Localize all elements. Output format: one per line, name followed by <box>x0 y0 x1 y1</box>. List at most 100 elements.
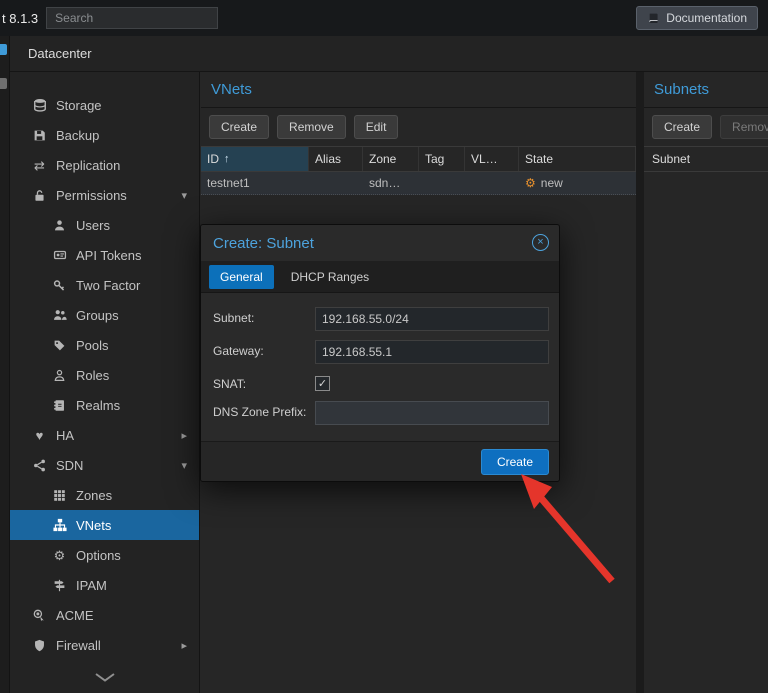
sidebar-item-label: Realms <box>76 398 120 413</box>
sidebar-item-ipam[interactable]: IPAM <box>10 570 199 600</box>
sidebar-item-realms[interactable]: Realms <box>10 390 199 420</box>
cropped-tree-panel <box>0 36 10 693</box>
column-header-zone[interactable]: Zone <box>363 147 419 171</box>
vnets-edit-button[interactable]: Edit <box>354 115 399 139</box>
sidebar-item-acme[interactable]: ACME <box>10 600 199 630</box>
vnet-id-cell: testnet1 <box>201 176 309 190</box>
dialog-title: Create: Subnet <box>213 235 314 252</box>
version-label: t 8.1.3 <box>2 11 38 26</box>
sitemap-icon <box>52 518 67 533</box>
table-row[interactable]: testnet1 sdn… ⚙ new <box>201 172 636 195</box>
datacenter-sidebar: Storage Backup ⇄ Replication Permissions… <box>10 72 200 693</box>
subnet-field-row: Subnet: <box>213 307 549 331</box>
breadcrumb-title[interactable]: Datacenter <box>28 46 92 61</box>
close-icon[interactable]: × <box>532 234 549 251</box>
gear-icon: ⚙ <box>52 548 67 563</box>
sidebar-item-label: SDN <box>56 458 83 473</box>
sidebar-item-zones[interactable]: Zones <box>10 480 199 510</box>
sort-ascending-icon: ↑ <box>224 153 230 165</box>
dns-zone-prefix-label: DNS Zone Prefix: <box>213 401 315 420</box>
certificate-icon <box>32 608 47 623</box>
unlock-icon <box>32 188 47 203</box>
sidebar-item-label: Permissions <box>56 188 127 203</box>
column-header-tag[interactable]: Tag <box>419 147 465 171</box>
search-input[interactable] <box>46 7 218 29</box>
sidebar-item-roles[interactable]: Roles <box>10 360 199 390</box>
chevron-down-icon[interactable]: ▾ <box>181 189 187 202</box>
gateway-field-row: Gateway: <box>213 340 549 364</box>
cropped-datacenter-icon <box>0 44 7 55</box>
sidebar-item-label: IPAM <box>76 578 107 593</box>
dialog-header[interactable]: Create: Subnet × <box>201 225 559 261</box>
grid-icon <box>52 488 67 503</box>
sidebar-item-replication[interactable]: ⇄ Replication <box>10 150 199 180</box>
snat-field-label: SNAT: <box>213 373 315 392</box>
subnets-remove-button[interactable]: Remove <box>720 115 768 139</box>
address-book-icon <box>52 398 67 413</box>
sidebar-item-label: Firewall <box>56 638 101 653</box>
sidebar-item-ha[interactable]: ♥ HA ▸ <box>10 420 199 450</box>
api-token-icon <box>52 248 67 263</box>
chevron-right-icon[interactable]: ▸ <box>181 639 187 652</box>
floppy-icon <box>32 128 47 143</box>
network-icon <box>32 458 47 473</box>
chevron-right-icon[interactable]: ▸ <box>181 429 187 442</box>
collapse-chevron-icon[interactable] <box>93 672 117 683</box>
sidebar-item-label: Zones <box>76 488 112 503</box>
sidebar-item-label: Two Factor <box>76 278 140 293</box>
sidebar-item-label: Storage <box>56 98 102 113</box>
cropped-node-icon <box>0 78 7 89</box>
sidebar-item-backup[interactable]: Backup <box>10 120 199 150</box>
database-icon <box>32 98 47 113</box>
tab-general[interactable]: General <box>209 265 274 289</box>
sidebar-item-pools[interactable]: Pools <box>10 330 199 360</box>
vnet-state-cell: ⚙ new <box>519 176 636 190</box>
gateway-field-label: Gateway: <box>213 340 315 359</box>
vnets-table-header: ID ↑ Alias Zone Tag VL… State <box>201 146 636 172</box>
sidebar-item-permissions[interactable]: Permissions ▾ <box>10 180 199 210</box>
vnets-title: VNets <box>211 81 252 98</box>
sidebar-item-groups[interactable]: Groups <box>10 300 199 330</box>
subnets-create-button[interactable]: Create <box>652 115 712 139</box>
snat-checkbox[interactable]: ✓ <box>315 376 330 391</box>
tab-dhcp-ranges[interactable]: DHCP Ranges <box>280 265 380 289</box>
dialog-create-button[interactable]: Create <box>481 449 549 475</box>
chevron-down-icon[interactable]: ▾ <box>181 459 187 472</box>
vnets-panel-header: VNets <box>201 72 636 108</box>
dialog-footer: Create <box>201 441 559 481</box>
sidebar-item-vnets[interactable]: VNets <box>10 510 199 540</box>
sidebar-item-label: HA <box>56 428 74 443</box>
column-header-state[interactable]: State <box>519 147 636 171</box>
subnet-field[interactable] <box>315 307 549 331</box>
dns-zone-prefix-field[interactable] <box>315 401 549 425</box>
dns-zone-prefix-field-row: DNS Zone Prefix: <box>213 401 549 425</box>
tags-icon <box>52 338 67 353</box>
panel-splitter[interactable] <box>636 72 644 693</box>
heart-icon: ♥ <box>32 428 47 443</box>
sidebar-item-firewall[interactable]: Firewall ▸ <box>10 630 199 660</box>
dialog-tabstrip: General DHCP Ranges <box>201 261 559 293</box>
documentation-button[interactable]: Documentation <box>636 6 758 30</box>
column-header-vlan[interactable]: VL… <box>465 147 519 171</box>
top-bar: t 8.1.3 Documentation <box>0 0 768 36</box>
gateway-field[interactable] <box>315 340 549 364</box>
sidebar-item-label: ACME <box>56 608 94 623</box>
sidebar-item-sdn[interactable]: SDN ▾ <box>10 450 199 480</box>
column-header-id[interactable]: ID ↑ <box>201 147 309 171</box>
create-subnet-dialog: Create: Subnet × General DHCP Ranges Sub… <box>200 224 560 482</box>
sidebar-item-options[interactable]: ⚙ Options <box>10 540 199 570</box>
sidebar-item-storage[interactable]: Storage <box>10 90 199 120</box>
key-icon <box>52 278 67 293</box>
snat-field-row: SNAT: ✓ <box>213 373 549 392</box>
column-header-alias[interactable]: Alias <box>309 147 363 171</box>
state-badge: new <box>541 176 563 190</box>
sidebar-item-two-factor[interactable]: Two Factor <box>10 270 199 300</box>
column-header-subnet[interactable]: Subnet <box>644 146 768 172</box>
sidebar-item-users[interactable]: Users <box>10 210 199 240</box>
dialog-body: Subnet: Gateway: SNAT: ✓ DNS Zone Prefix… <box>201 293 559 442</box>
vnets-create-button[interactable]: Create <box>209 115 269 139</box>
pending-gear-icon: ⚙ <box>525 176 536 190</box>
users-icon <box>52 308 67 323</box>
sidebar-item-api-tokens[interactable]: API Tokens <box>10 240 199 270</box>
vnets-remove-button[interactable]: Remove <box>277 115 346 139</box>
